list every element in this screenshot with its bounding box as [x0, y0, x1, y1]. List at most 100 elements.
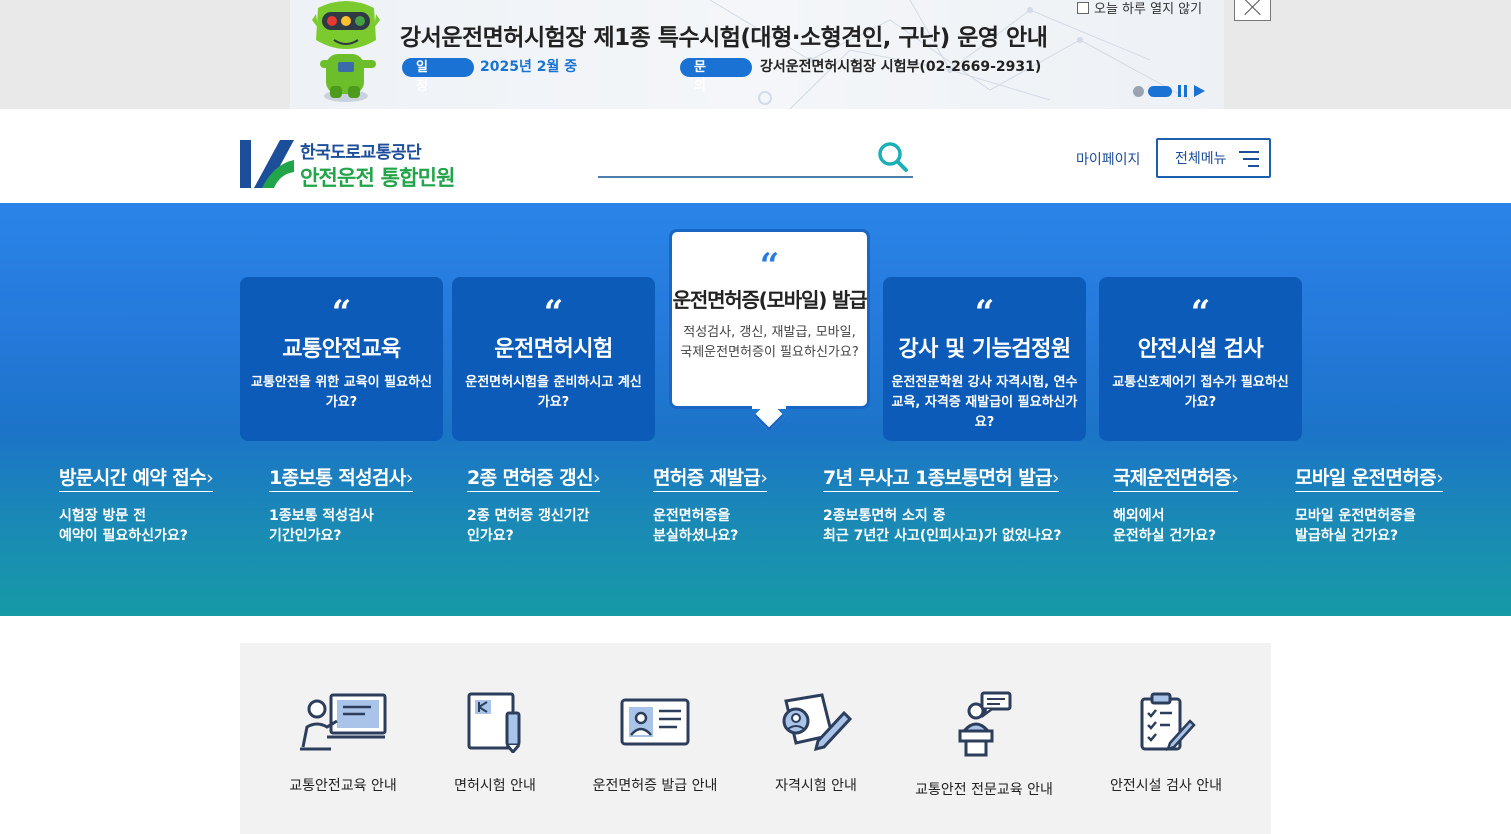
schedule-value: 2025년 2월 중 [480, 59, 578, 75]
service-safety-facility-guide[interactable]: 안전시설 검사 안내 [1086, 691, 1246, 795]
card-title: 운전면허시험 [494, 337, 613, 362]
service-label: 교통안전 전문교육 안내 [915, 782, 1053, 798]
hamburger-icon [1237, 151, 1259, 167]
quick-link-desc-1: 해외에서 [1113, 508, 1165, 524]
certificate-pen-icon [782, 693, 853, 752]
mypage-link[interactable]: 마이페이지 [1076, 149, 1140, 169]
quick-link-7year-accident-free[interactable]: 7년 무사고 1종보통면허 발급› 2종보통면허 소지 중 최근 7년간 사고(… [823, 463, 1061, 546]
dont-show-today-checkbox[interactable]: 오늘 하루 열지 않기 [1077, 0, 1202, 17]
service-license-test-guide[interactable]: 면허시험 안내 [415, 691, 575, 795]
card-desc: 운전전문학원 강사 자격시험, 연수교육, 자격증 재발급이 필요하신가요? [891, 375, 1078, 430]
quote-icon: “ [759, 246, 780, 286]
quick-link-desc-1: 시험장 방문 전 [59, 508, 147, 524]
site-logo[interactable]: 한국도로교통공단 안전운전 통합민원 [240, 138, 480, 190]
card-desc: 운전면허시험을 준비하시고 계신가요? [465, 375, 642, 410]
quote-icon: “ [1190, 293, 1211, 333]
card-desc: 교통안전을 위한 교육이 필요하신가요? [250, 375, 433, 410]
card-driving-license-test[interactable]: “ 운전면허시험 운전면허시험을 준비하시고 계신가요? [452, 277, 655, 441]
service-guide-panel: 교통안전교육 안내 면허시험 안내 운전면허증 발급 안내 자격시험 안내 교통… [240, 643, 1271, 834]
site-header: 한국도로교통공단 안전운전 통합민원 마이페이지 전체메뉴 [0, 109, 1511, 203]
banner-slider-controls [1133, 84, 1205, 98]
pointer-cover [752, 403, 786, 409]
service-expert-education-guide[interactable]: 교통안전 전문교육 안내 [904, 691, 1064, 799]
slide-dot-2-active[interactable] [1148, 85, 1172, 97]
logo-org-name: 한국도로교통공단 [300, 143, 422, 163]
contact-value: 강서운전면허시험장 시험부(02-2669-2931) [760, 59, 1042, 75]
quick-link-desc-2: 예약이 필요하신가요? [59, 528, 188, 544]
quick-link-desc-1: 1종보통 적성검사 [269, 508, 374, 524]
quick-link-title: 국제운전면허증 [1113, 467, 1232, 489]
quick-link-title: 2종 면허증 갱신 [467, 467, 594, 489]
quick-link-title: 모바일 운전면허증 [1295, 467, 1437, 489]
chevron-right-icon: › [1231, 467, 1239, 489]
chevron-right-icon: › [592, 467, 601, 489]
all-menu-button[interactable]: 전체메뉴 [1156, 138, 1271, 178]
hero-section: “ 교통안전교육 교통안전을 위한 교육이 필요하신가요? “ 운전면허시험 운… [0, 203, 1511, 616]
quick-link-license-reissue[interactable]: 면허증 재발급› 운전면허증을 분실하셨나요? [653, 463, 768, 546]
chevron-right-icon: › [206, 467, 214, 489]
chevron-right-icon: › [760, 467, 768, 489]
search-icon[interactable] [877, 141, 909, 173]
quick-link-visit-reservation[interactable]: 방문시간 예약 접수› 시험장 방문 전 예약이 필요하신가요? [59, 463, 214, 546]
checklist-icon [1140, 692, 1196, 751]
search-bar [598, 139, 913, 178]
quote-icon: “ [543, 293, 564, 333]
card-title: 안전시설 검사 [1137, 337, 1264, 362]
card-title: 강사 및 기능검정원 [898, 337, 1071, 362]
service-license-issue-guide[interactable]: 운전면허증 발급 안내 [575, 691, 735, 795]
quick-link-title: 1종보통 적성검사 [269, 467, 406, 489]
chevron-right-icon: › [1436, 467, 1444, 489]
quote-icon: “ [331, 293, 352, 333]
card-desc: 적성검사, 갱신, 재발급, 모바일, 국제운전면허증이 필요하신가요? [680, 325, 859, 360]
schedule-label: 일 정 [402, 58, 474, 94]
quick-link-mobile-license[interactable]: 모바일 운전면허증› 모바일 운전면허증을 발급하실 건가요? [1295, 463, 1444, 546]
pause-icon[interactable] [1176, 85, 1188, 97]
quick-link-desc-2: 분실하셨나요? [653, 528, 739, 544]
quick-link-desc-2: 기간인가요? [269, 528, 342, 544]
card-title: 교통안전교육 [282, 337, 401, 362]
quick-link-title: 면허증 재발급 [653, 467, 761, 489]
logo-service-name: 안전운전 통합민원 [300, 166, 455, 190]
quick-link-license-renewal[interactable]: 2종 면허증 갱신› 2종 면허증 갱신기간 인가요? [467, 463, 601, 546]
contact-label: 문 의 [680, 58, 752, 94]
top-banner-area: 강서운전면허시험장 제1종 특수시험(대형·소형견인, 구난) 운영 안내 일 … [0, 0, 1511, 109]
service-label: 안전시설 검사 안내 [1110, 778, 1222, 794]
quick-link-title: 7년 무사고 1종보통면허 발급 [823, 467, 1053, 489]
checkbox-box[interactable] [1077, 1, 1089, 14]
quote-icon: “ [974, 293, 995, 333]
card-desc: 교통신호제어기 접수가 필요하신가요? [1112, 375, 1289, 410]
license-book-icon [467, 692, 521, 753]
service-label: 자격시험 안내 [775, 778, 857, 794]
card-title: 운전면허증(모바일) 발급 [672, 288, 868, 312]
card-instructor-examiner[interactable]: “ 강사 및 기능검정원 운전전문학원 강사 자격시험, 연수교육, 자격증 재… [883, 277, 1086, 441]
traffic-light-mascot-icon [312, 1, 380, 102]
all-menu-label: 전체메뉴 [1175, 151, 1227, 167]
card-license-issuance-active[interactable]: “ 운전면허증(모바일) 발급 적성검사, 갱신, 재발급, 모바일, 국제운전… [669, 229, 870, 409]
search-input[interactable] [598, 139, 868, 175]
quick-link-desc-2: 발급하실 건가요? [1295, 528, 1399, 544]
banner-close-button[interactable] [1234, 0, 1271, 21]
teacher-board-icon [300, 693, 387, 751]
quick-link-desc-2: 최근 7년간 사고(인피사고)가 없었나요? [823, 528, 1062, 544]
card-safety-facility-inspection[interactable]: “ 안전시설 검사 교통신호제어기 접수가 필요하신가요? [1099, 277, 1302, 441]
quick-link-desc-1: 운전면허증을 [653, 508, 731, 524]
service-traffic-education-guide[interactable]: 교통안전교육 안내 [263, 691, 423, 795]
quick-link-desc-2: 운전하실 건가요? [1113, 528, 1217, 544]
service-label: 면허시험 안내 [454, 778, 536, 794]
service-label: 교통안전교육 안내 [289, 778, 397, 794]
quick-link-international-license[interactable]: 국제운전면허증› 해외에서 운전하실 건가요? [1113, 463, 1239, 546]
speaker-podium-icon [958, 691, 1012, 757]
banner-title: 강서운전면허시험장 제1종 특수시험(대형·소형견인, 구난) 운영 안내 [400, 25, 1048, 51]
koroad-logo-icon [240, 140, 294, 188]
quick-link-desc-1: 2종 면허증 갱신기간 [467, 508, 590, 524]
quick-link-desc-1: 2종보통면허 소지 중 [823, 508, 946, 524]
service-qualification-test-guide[interactable]: 자격시험 안내 [736, 691, 896, 795]
quick-link-title: 방문시간 예약 접수 [59, 467, 207, 489]
play-icon[interactable] [1194, 85, 1205, 97]
id-card-icon [620, 698, 690, 746]
service-label: 운전면허증 발급 안내 [592, 778, 718, 794]
slide-dot-1[interactable] [1133, 85, 1144, 97]
card-traffic-safety-education[interactable]: “ 교통안전교육 교통안전을 위한 교육이 필요하신가요? [240, 277, 443, 441]
quick-link-aptitude-test[interactable]: 1종보통 적성검사› 1종보통 적성검사 기간인가요? [269, 463, 413, 546]
quick-link-desc-1: 모바일 운전면허증을 [1295, 508, 1416, 524]
